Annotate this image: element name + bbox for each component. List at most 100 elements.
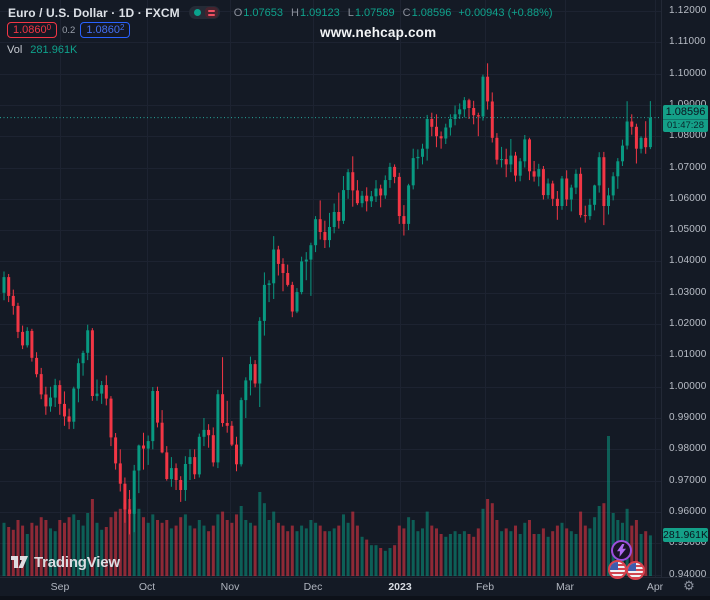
candle [81,350,85,376]
sell-button[interactable]: 1.0860 0 [7,22,58,38]
volume-bar [379,548,383,576]
price-axis[interactable]: 1.08596 01:47:28 281.961K 1.12000 1.11000… [661,0,710,580]
candle [602,151,606,226]
candle [272,236,276,299]
candle [528,137,531,181]
candle [625,101,629,150]
candle [160,410,164,454]
settings-gear-icon[interactable]: ⚙ [681,578,697,594]
volume-bar [235,514,238,576]
candle [95,379,99,401]
volume-bar [174,525,178,576]
event-us-flag-icon[interactable] [626,561,645,580]
tradingview-logo[interactable]: TradingView [11,554,120,571]
price-tick-label: 0.99000 [669,411,707,423]
chart-legend: Euro / U.S. Dollar · 1D · FXCM O 1.07653 … [8,5,553,20]
candle [490,92,494,143]
candle [425,114,429,161]
candle [574,169,578,195]
candle [416,149,420,170]
volume-bar [518,534,522,576]
candle [551,180,555,206]
volume-bar [225,520,229,576]
candle [90,328,94,401]
volume-bar [500,531,504,576]
watermark-link[interactable]: www.nehcap.com [320,25,436,40]
candle [593,184,597,211]
last-price-label: 1.08596 01:47:28 [663,104,708,132]
candle [276,245,280,276]
high-label: H [291,6,299,19]
candle [393,164,397,184]
volume-bar [421,528,424,576]
volume-bar [528,520,531,576]
volume-bar [207,531,211,576]
candle [44,386,48,415]
candle [383,175,387,199]
volume-bar [309,520,313,576]
volume-bar [602,503,606,576]
candle [518,158,522,182]
volume-bar [249,522,252,576]
candle [2,271,6,301]
candle [328,212,331,248]
candle [295,288,299,314]
time-tick-label: Apr [646,581,664,593]
legend-visibility-toggle[interactable] [188,6,220,19]
volume-bar [188,525,192,576]
time-tick-label: 2023 [388,581,412,593]
high-value: 1.09123 [299,6,340,19]
volume-bar [216,514,220,576]
volume-bar [169,528,173,576]
candle [430,112,434,137]
volume-bar [397,525,401,576]
volume-bar [142,517,145,576]
candle [476,112,480,137]
open-label: O [233,6,243,19]
volume-bar [430,525,434,576]
time-axis[interactable]: Sep Oct Nov Dec 2023 Feb Mar Apr [0,577,710,596]
volume-bar [425,511,429,576]
buy-pip-sup: 2 [119,23,125,32]
volume-bar [472,536,476,576]
volume-bar [393,545,397,576]
symbol-title[interactable]: Euro / U.S. Dollar · 1D · FXCM [8,6,180,20]
open-value: 1.07653 [243,6,284,19]
close-value: 1.08596 [411,6,452,19]
price-tick-label: 1.07000 [669,161,707,173]
volume-bar [388,548,392,576]
volume-bar [448,534,452,576]
candle [197,433,201,478]
volume-bar [444,536,448,576]
candle [300,256,304,295]
candle [244,377,248,418]
candle [555,191,559,220]
candle [588,198,592,220]
candle [495,133,499,165]
price-tick-label: 1.08000 [669,130,707,142]
low-label: L [347,6,354,19]
volume-bar [481,508,485,576]
candle [179,476,183,502]
candle [76,358,80,403]
candle [448,114,452,136]
chart-canvas[interactable] [0,0,661,577]
buy-button[interactable]: 1.0860 2 [80,22,131,38]
event-us-flag-icon[interactable] [608,560,627,579]
volume-bar [467,534,471,576]
volume-bar [648,535,652,576]
volume-bar [193,528,197,576]
volume-bar [221,511,225,576]
candle [374,180,378,202]
candle [286,264,290,287]
volume-bar [532,534,536,576]
volume-bar [300,525,304,576]
volume-bar [383,550,387,576]
candle [169,457,173,487]
candle [239,397,243,467]
time-tick-label: Mar [555,581,575,593]
candle [249,356,252,396]
volume-bar [151,514,155,576]
candle [379,184,383,208]
event-lightning-icon[interactable] [611,540,632,561]
